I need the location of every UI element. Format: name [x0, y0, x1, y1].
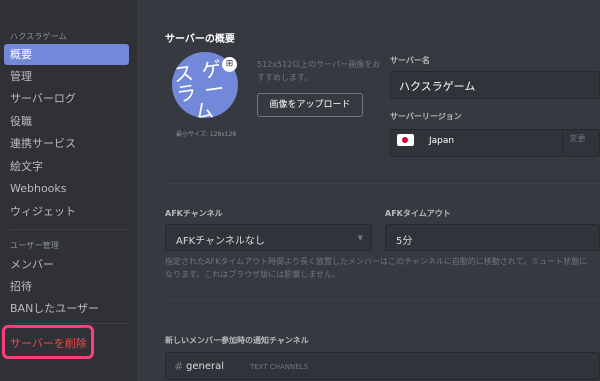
afk-timeout-select[interactable]: 5分 — [385, 224, 600, 251]
sidebar-divider — [10, 323, 128, 324]
icon-min-size: 最小サイズ: 128x128 — [176, 131, 237, 138]
sidebar-item-overview[interactable]: 概要 — [4, 44, 129, 65]
afk-timeout-value: 5分 — [396, 236, 413, 247]
sidebar-item-widget[interactable]: ウィジェット — [4, 201, 129, 222]
afk-timeout-label: AFKタイムアウト — [385, 209, 451, 218]
sidebar-header-user-management: ユーザー管理 — [10, 241, 60, 250]
image-upload-icon[interactable]: ⊞ — [222, 57, 237, 72]
delete-server-button[interactable]: サーバーを削除 — [10, 335, 87, 351]
sidebar-divider — [10, 229, 128, 230]
upload-image-button[interactable]: 画像をアップロード — [257, 93, 363, 117]
chevron-down-icon: ▼ — [357, 234, 363, 242]
sidebar-item-invites[interactable]: 招待 — [4, 276, 129, 297]
sidebar-item-audit-log[interactable]: サーバーログ — [4, 88, 129, 109]
section-divider — [165, 183, 600, 184]
server-region-value: Japan — [429, 136, 455, 146]
afk-channel-label: AFKチャンネル — [165, 209, 223, 218]
server-name-label: サーバー名 — [390, 56, 430, 65]
sidebar-item-members[interactable]: メンバー — [4, 254, 129, 275]
afk-channel-select[interactable]: AFKチャンネルなし ▼ — [165, 224, 372, 251]
afk-description: 指定されたAFKタイムアウト時間より長く放置したメンバーはこのチャンネルに自動的… — [165, 257, 588, 279]
sidebar-header-server: ハクスラゲーム — [10, 32, 67, 41]
sidebar-item-emoji[interactable]: 絵文字 — [4, 156, 129, 177]
change-region-button[interactable]: 変更 — [562, 131, 592, 157]
server-name-value: ハクスラゲーム — [399, 80, 476, 93]
sidebar-item-webhooks[interactable]: Webhooks — [4, 178, 129, 199]
hash-icon: # — [174, 360, 184, 373]
server-name-input[interactable]: ハクスラゲーム — [390, 71, 600, 99]
settings-sidebar: ハクスラゲーム 概要 管理 サーバーログ 役職 連携サービス 絵文字 Webho… — [0, 0, 137, 381]
server-region-label: サーバーリージョン — [390, 112, 462, 121]
welcome-channel-label: 新しいメンバー参加時の通知チャンネル — [165, 336, 309, 345]
section-divider — [165, 300, 600, 301]
sidebar-item-bans[interactable]: BANしたユーザー — [4, 298, 129, 319]
server-settings-window: ハクスラゲーム 概要 管理 サーバーログ 役職 連携サービス 絵文字 Webho… — [0, 0, 600, 381]
icon-recommendation: 512x512以上のサーバー画像をおすすめします。 — [257, 60, 381, 82]
welcome-channel-name: general — [186, 361, 225, 372]
sidebar-item-moderation[interactable]: 管理 — [4, 66, 129, 87]
japan-flag-icon — [397, 134, 414, 146]
sidebar-item-roles[interactable]: 役職 — [4, 111, 129, 132]
sidebar-item-integrations[interactable]: 連携サービス — [4, 133, 129, 154]
delete-server-highlight: サーバーを削除 — [2, 325, 94, 359]
afk-channel-value: AFKチャンネルなし — [176, 236, 265, 247]
settings-content: サーバーの概要 ス ゲ ラ ー ム ⊞ 最小サイズ: 128x128 512x5… — [137, 0, 600, 381]
page-title: サーバーの概要 — [165, 34, 235, 45]
welcome-channel-category: TEXT CHANNELS — [250, 363, 309, 371]
welcome-channel-select[interactable]: # general TEXT CHANNELS — [165, 352, 600, 380]
